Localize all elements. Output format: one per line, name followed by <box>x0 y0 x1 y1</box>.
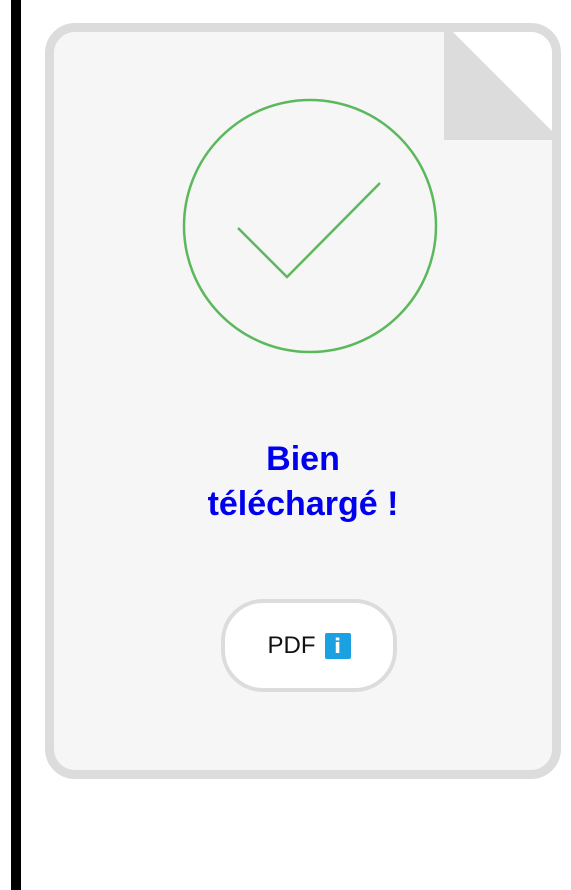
file-type-badge[interactable]: PDF i <box>221 599 397 692</box>
page-corner-cutout <box>444 32 552 140</box>
file-type-label: PDF <box>267 631 316 659</box>
success-title-line-1: Bien <box>266 440 340 478</box>
success-title: Bien téléchargé ! <box>54 437 552 527</box>
success-title-line-2: téléchargé ! <box>207 485 399 523</box>
download-success-card: Bien téléchargé ! PDF i <box>45 23 561 779</box>
page: Bien téléchargé ! PDF i <box>0 0 571 890</box>
left-divider <box>11 0 21 890</box>
info-icon[interactable]: i <box>324 632 351 659</box>
check-circle-icon <box>182 98 438 354</box>
